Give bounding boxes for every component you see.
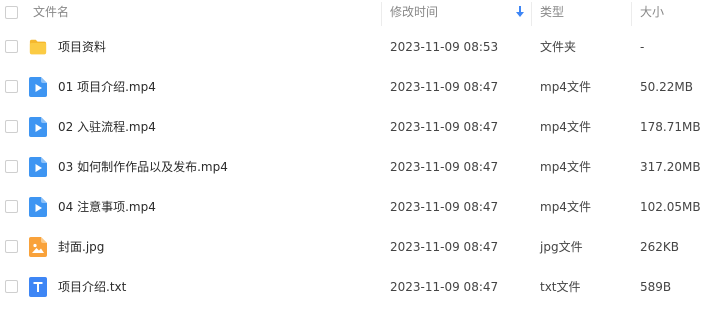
file-size: 317.20MB [640, 160, 701, 174]
file-size: 102.05MB [640, 200, 701, 214]
file-name[interactable]: 项目介绍.txt [58, 267, 126, 307]
file-row[interactable]: 01 项目介绍.mp4 2023-11-09 08:47 mp4文件 50.22… [0, 67, 717, 107]
row-checkbox[interactable] [5, 120, 18, 133]
column-divider[interactable] [531, 2, 532, 26]
column-divider[interactable] [381, 2, 382, 26]
video-file-icon [29, 157, 47, 177]
video-file-icon [29, 117, 47, 137]
column-header-type[interactable]: 类型 [540, 0, 564, 26]
file-name[interactable]: 02 入驻流程.mp4 [58, 107, 156, 147]
file-name[interactable]: 封面.jpg [58, 227, 104, 267]
row-checkbox[interactable] [5, 80, 18, 93]
row-checkbox[interactable] [5, 280, 18, 293]
file-type: txt文件 [540, 280, 581, 294]
text-file-icon [29, 277, 47, 297]
file-size: 262KB [640, 240, 680, 254]
file-type: mp4文件 [540, 120, 591, 134]
row-checkbox[interactable] [5, 40, 18, 53]
column-header-size[interactable]: 大小 [640, 0, 664, 26]
file-type: 文件夹 [540, 40, 577, 54]
file-size: - [640, 40, 645, 54]
modified-time: 2023-11-09 08:47 [390, 200, 499, 214]
file-list-table: 文件名 修改时间 类型 大小 项目资料 2023-11-09 08:53 文件夹… [0, 0, 717, 317]
file-size: 50.22MB [640, 80, 693, 94]
column-header-modified-time[interactable]: 修改时间 [390, 0, 438, 26]
modified-time: 2023-11-09 08:47 [390, 80, 499, 94]
file-size: 178.71MB [640, 120, 701, 134]
file-type: jpg文件 [540, 240, 583, 254]
file-type: mp4文件 [540, 200, 591, 214]
video-file-icon [29, 77, 47, 97]
sort-descending-icon[interactable] [516, 6, 524, 17]
file-row[interactable]: 02 入驻流程.mp4 2023-11-09 08:47 mp4文件 178.7… [0, 107, 717, 147]
column-divider[interactable] [631, 2, 632, 26]
row-checkbox[interactable] [5, 200, 18, 213]
file-name[interactable]: 03 如何制作作品以及发布.mp4 [58, 147, 228, 187]
file-name[interactable]: 04 注意事项.mp4 [58, 187, 156, 227]
folder-icon [29, 39, 47, 55]
file-row[interactable]: 项目介绍.txt 2023-11-09 08:47 txt文件 589B [0, 267, 717, 307]
file-row[interactable]: 项目资料 2023-11-09 08:53 文件夹 - [0, 27, 717, 67]
file-row[interactable]: 封面.jpg 2023-11-09 08:47 jpg文件 262KB [0, 227, 717, 267]
file-name[interactable]: 项目资料 [58, 27, 106, 67]
file-type: mp4文件 [540, 80, 591, 94]
modified-time: 2023-11-09 08:53 [390, 40, 499, 54]
file-size: 589B [640, 280, 672, 294]
file-row[interactable]: 04 注意事项.mp4 2023-11-09 08:47 mp4文件 102.0… [0, 187, 717, 227]
file-type: mp4文件 [540, 160, 591, 174]
file-row[interactable]: 03 如何制作作品以及发布.mp4 2023-11-09 08:47 mp4文件… [0, 147, 717, 187]
file-name[interactable]: 01 项目介绍.mp4 [58, 67, 156, 107]
image-file-icon [29, 237, 47, 257]
modified-time: 2023-11-09 08:47 [390, 240, 499, 254]
video-file-icon [29, 197, 47, 217]
row-checkbox[interactable] [5, 160, 18, 173]
modified-time: 2023-11-09 08:47 [390, 160, 499, 174]
column-header-name[interactable]: 文件名 [33, 0, 69, 26]
row-checkbox[interactable] [5, 240, 18, 253]
modified-time: 2023-11-09 08:47 [390, 120, 499, 134]
file-list-header: 文件名 修改时间 类型 大小 [0, 0, 717, 26]
select-all-checkbox[interactable] [5, 6, 18, 19]
modified-time: 2023-11-09 08:47 [390, 280, 499, 294]
